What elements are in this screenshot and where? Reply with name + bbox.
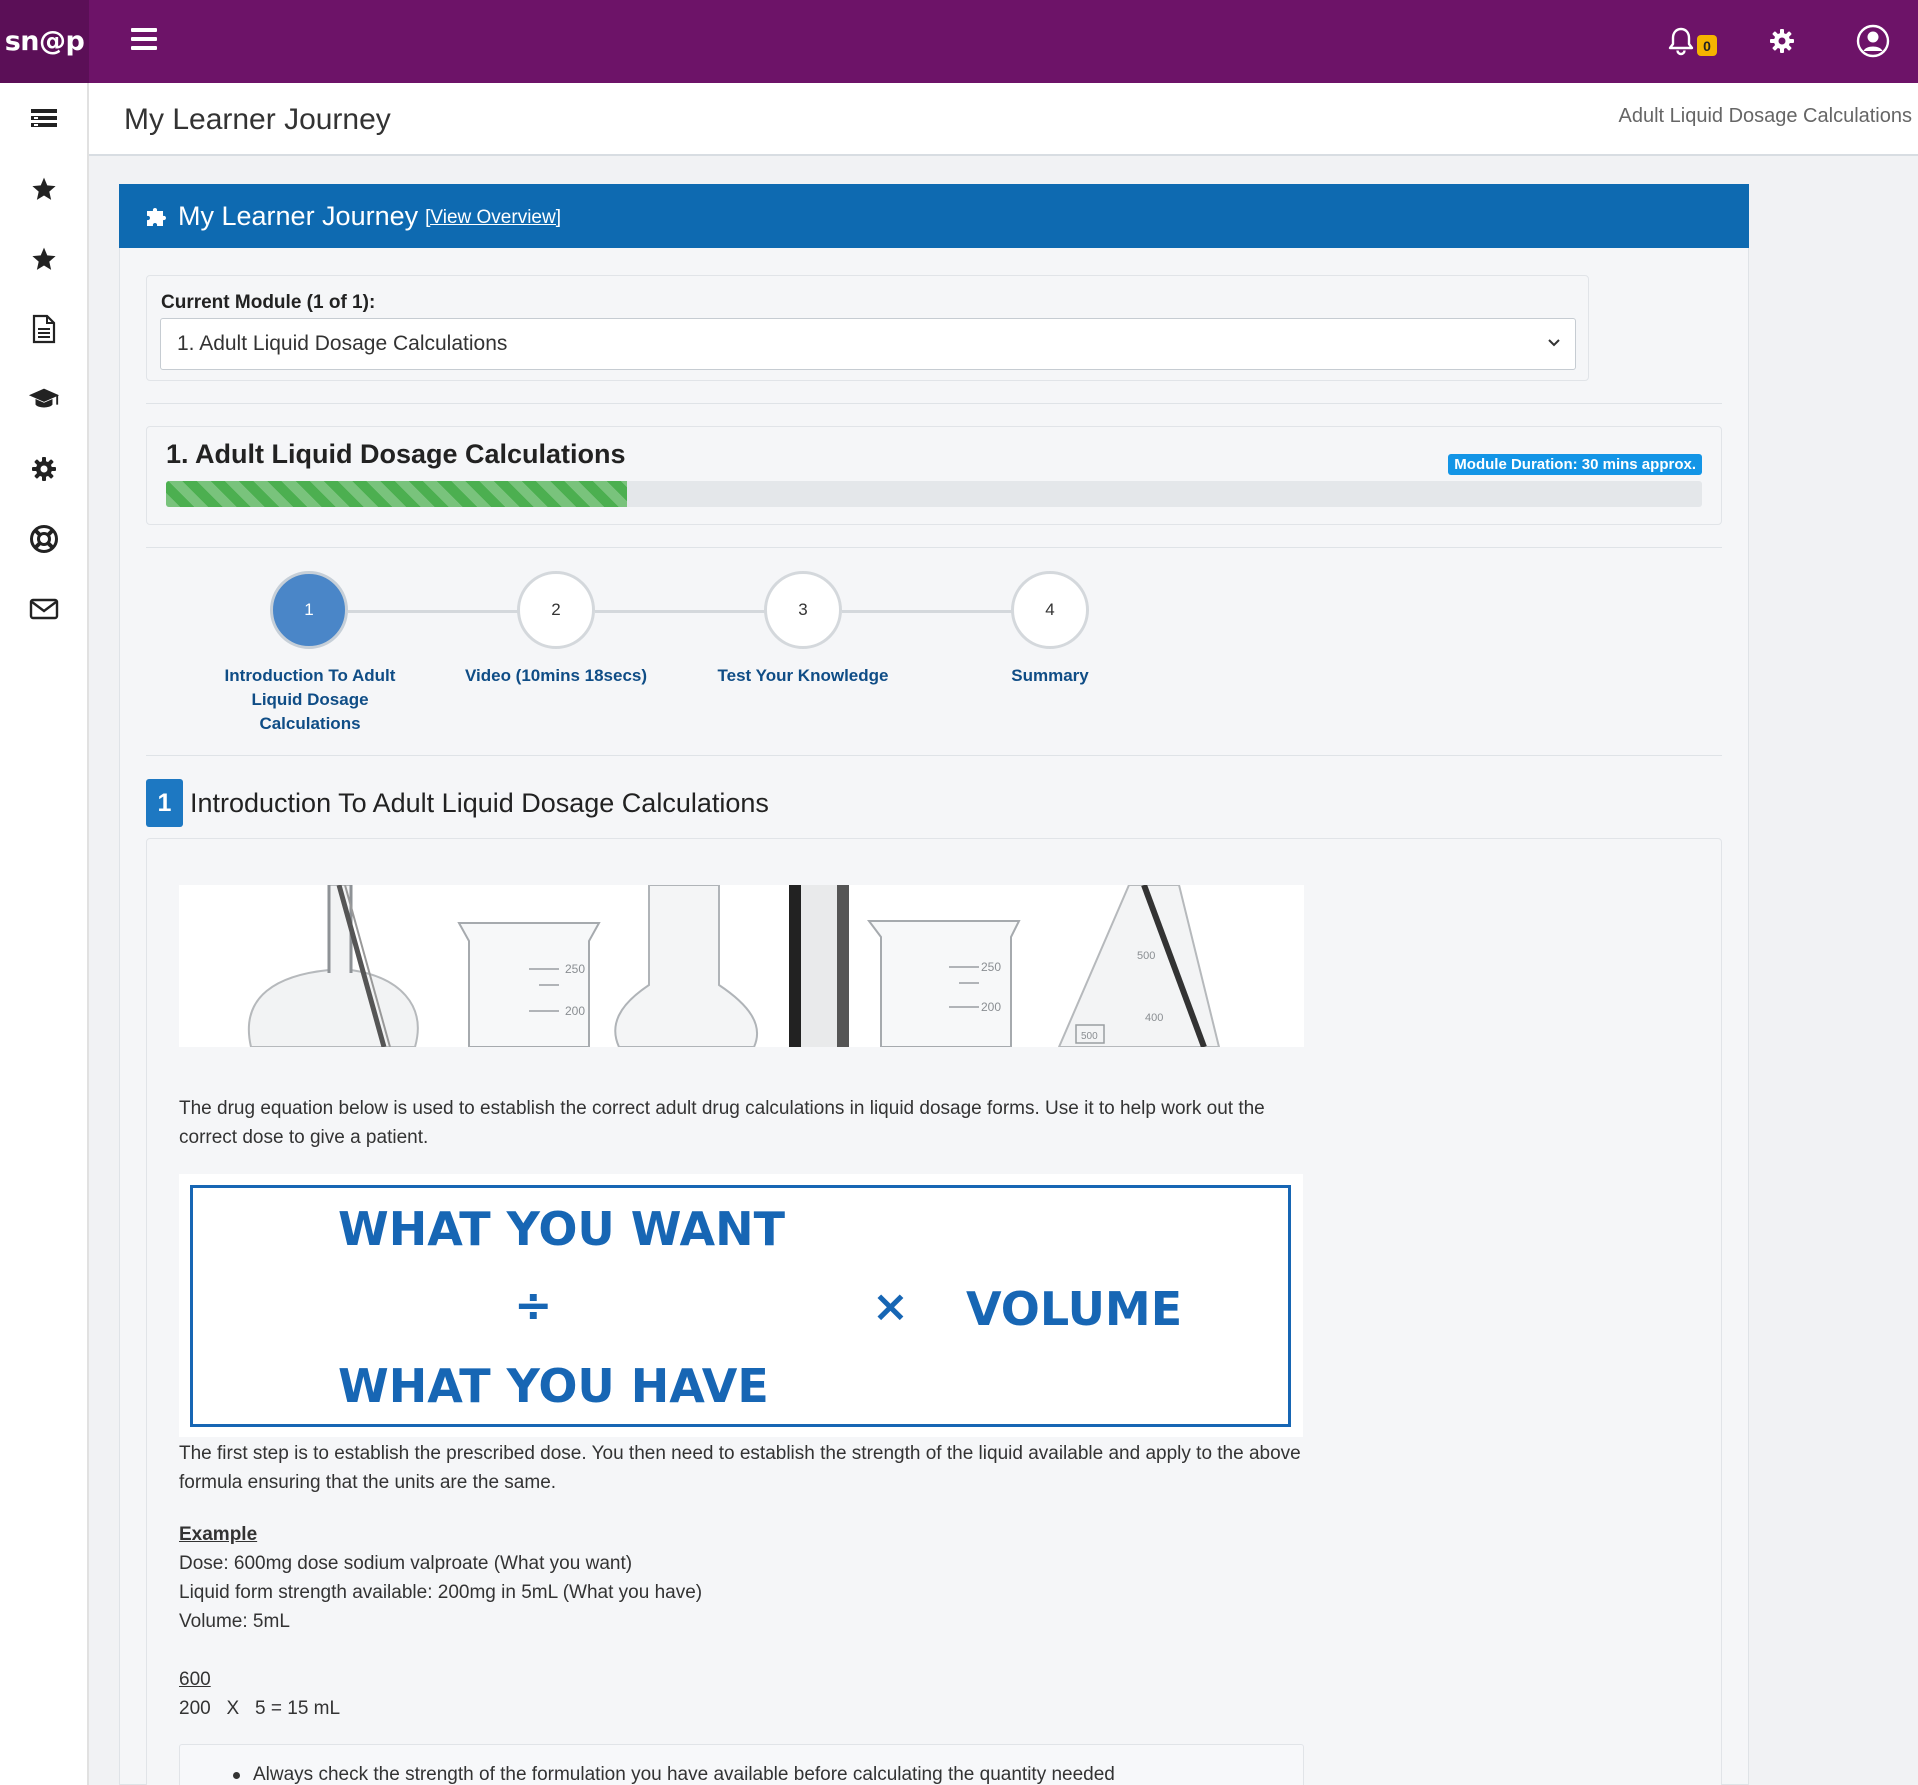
top-bar: sn@p 0 (0, 0, 1918, 83)
notification-count-badge: 0 (1697, 35, 1717, 56)
divider (146, 755, 1722, 756)
module-progress-title: 1. Adult Liquid Dosage Calculations (166, 439, 626, 469)
calc-numerator: 600 (179, 1669, 211, 1690)
page-header: My Learner Journey Adult Liquid Dosage C… (89, 83, 1918, 156)
journey-panel-header: My Learner Journey [View Overview] (119, 184, 1749, 248)
intro-paragraph: The drug equation below is used to estab… (179, 1098, 1265, 1148)
banner-label: 500 (1081, 1031, 1098, 1042)
banner-label: 200 (981, 1000, 1001, 1014)
step-1-circle[interactable]: 1 (270, 571, 348, 649)
module-select[interactable]: 1. Adult Liquid Dosage Calculations (160, 318, 1576, 370)
section-title: Introduction To Adult Liquid Dosage Calc… (190, 787, 769, 818)
formula-divide: ÷ (514, 1278, 553, 1332)
view-overview-link[interactable]: [View Overview] (425, 207, 561, 229)
module-select-value: 1. Adult Liquid Dosage Calculations (177, 332, 508, 355)
step-2-circle[interactable]: 2 (517, 571, 595, 649)
formula-times: × (872, 1281, 909, 1332)
document-icon[interactable] (28, 313, 60, 345)
step-3-circle[interactable]: 3 (764, 571, 842, 649)
notes-box: Always check the strength of the formula… (179, 1744, 1304, 1785)
list-icon[interactable] (28, 103, 60, 135)
breadcrumb[interactable]: Adult Liquid Dosage Calculations (1618, 105, 1912, 128)
star-icon[interactable] (28, 173, 60, 205)
step-4-circle[interactable]: 4 (1011, 571, 1089, 649)
module-label: Current Module (1 of 1): (161, 292, 376, 313)
note-item: Always check the strength of the formula… (253, 1764, 1115, 1785)
bullet-icon (233, 1772, 240, 1779)
envelope-icon[interactable] (28, 593, 60, 625)
divider (146, 547, 1722, 548)
example-dose: Dose: 600mg dose sodium valproate (What … (179, 1553, 633, 1574)
step-4-label[interactable]: Summary (920, 664, 1180, 688)
first-step-paragraph: The first step is to establish the presc… (179, 1443, 1301, 1493)
notifications-bell-icon[interactable] (1664, 22, 1698, 60)
star-icon[interactable] (28, 243, 60, 275)
step-3-label[interactable]: Test Your Knowledge (673, 664, 933, 688)
sidebar (0, 83, 89, 1785)
settings-gear-icon[interactable] (1765, 22, 1799, 60)
step-1-label[interactable]: Introduction To Adult Liquid Dosage Calc… (180, 664, 440, 736)
banner-label: 400 (1145, 1012, 1163, 1024)
calc-line: 200 X 5 = 15 mL (179, 1698, 341, 1719)
banner-label: 250 (981, 960, 1001, 974)
app-logo[interactable]: sn@p (0, 0, 89, 83)
progress-bar (166, 481, 1702, 507)
drug-equation-image: WHAT YOU WANT ÷ WHAT YOU HAVE × VOLUME (179, 1174, 1303, 1437)
step-connector (595, 610, 777, 613)
formula-want: WHAT YOU WANT (338, 1202, 785, 1256)
module-duration-badge: Module Duration: 30 mins approx. (1448, 454, 1702, 475)
banner-label: 500 (1137, 950, 1155, 962)
lab-glassware-banner-image: 250 200 250 200 500 400 500 (179, 885, 1304, 1047)
page-title: My Learner Journey (124, 103, 391, 136)
banner-label: 250 (565, 962, 585, 976)
module-selector-box: Current Module (1 of 1): 1. Adult Liquid… (146, 275, 1589, 381)
formula-have: WHAT YOU HAVE (338, 1359, 769, 1413)
step-connector (348, 610, 530, 613)
example-strength: Liquid form strength available: 200mg in… (179, 1582, 703, 1603)
puzzle-piece-icon (147, 208, 166, 226)
module-progress-box: 1. Adult Liquid Dosage Calculations Modu… (146, 426, 1722, 525)
gear-icon[interactable] (28, 453, 60, 485)
example-heading: Example (179, 1524, 258, 1545)
chevron-down-icon (1548, 339, 1560, 347)
banner-label: 200 (565, 1004, 585, 1018)
user-profile-icon[interactable] (1856, 22, 1890, 60)
divider (146, 403, 1722, 404)
life-ring-icon[interactable] (28, 523, 60, 555)
section-heading: 1 Introduction To Adult Liquid Dosage Ca… (146, 779, 769, 827)
example-volume: Volume: 5mL (179, 1611, 290, 1632)
progress-bar-fill (166, 481, 627, 507)
journey-panel-title: My Learner Journey (178, 200, 419, 231)
menu-toggle-icon[interactable] (131, 28, 157, 50)
graduation-cap-icon[interactable] (28, 383, 60, 415)
step-2-label[interactable]: Video (10mins 18secs) (426, 664, 686, 688)
section-number-badge: 1 (146, 779, 183, 827)
step-connector (842, 610, 1024, 613)
formula-volume: VOLUME (966, 1282, 1183, 1336)
